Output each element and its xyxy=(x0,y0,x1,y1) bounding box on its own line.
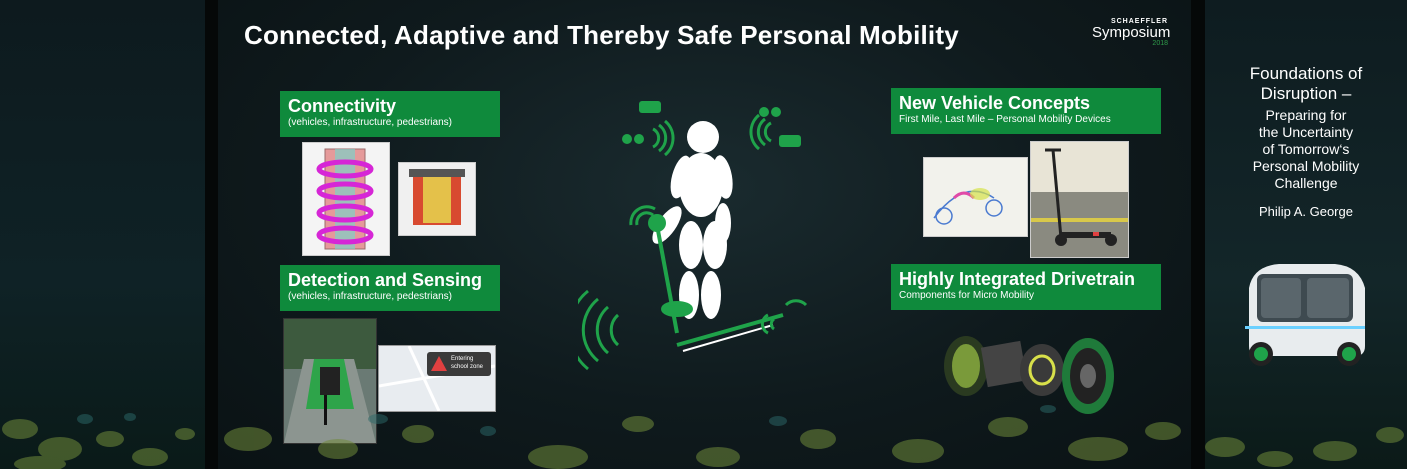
sidebar-line-1: Foundations of xyxy=(1249,64,1363,83)
drivetrain-box: Highly Integrated Drivetrain Components … xyxy=(891,264,1161,310)
inductor-image xyxy=(398,162,476,236)
sidebar-line-7: Challenge xyxy=(1274,175,1338,191)
panel-divider xyxy=(205,0,218,469)
sidebar-line-6: Personal Mobility xyxy=(1252,158,1360,174)
decorative-dots xyxy=(224,405,1181,469)
left-side-panel xyxy=(0,0,205,469)
right-side-panel: Foundations of Disruption – Preparing fo… xyxy=(1205,0,1407,469)
connectivity-box: Connectivity (vehicles, infrastructure, … xyxy=(280,91,500,137)
decorative-dots xyxy=(1205,427,1404,467)
connectivity-signal-icons xyxy=(622,101,801,226)
coil-diagram-image xyxy=(302,142,390,256)
sidebar-line-2: Disruption – xyxy=(1260,84,1352,103)
slide-title: Connected, Adaptive and Thereby Safe Per… xyxy=(244,20,959,50)
sidebar-line-5: of Tomorrow‘s xyxy=(1262,141,1350,157)
sidebar-line-4: the Uncertainty xyxy=(1258,124,1354,140)
detection-box: Detection and Sensing (vehicles, infrast… xyxy=(280,265,500,311)
sketch-image xyxy=(923,157,1028,237)
decorative-dots xyxy=(2,413,195,469)
e-scooter-photo xyxy=(1030,141,1129,258)
brand-logo: SCHAEFFLER Symposium 2018 xyxy=(1092,18,1171,47)
author-name: Philip A. George xyxy=(1259,204,1353,219)
main-slide: Connected, Adaptive and Thereby Safe Per… xyxy=(218,0,1191,469)
panel-divider xyxy=(1191,0,1205,469)
new-vehicle-concepts-box: New Vehicle Concepts First Mile, Last Mi… xyxy=(891,88,1161,134)
sidebar-line-3: Preparing for xyxy=(1265,107,1347,123)
